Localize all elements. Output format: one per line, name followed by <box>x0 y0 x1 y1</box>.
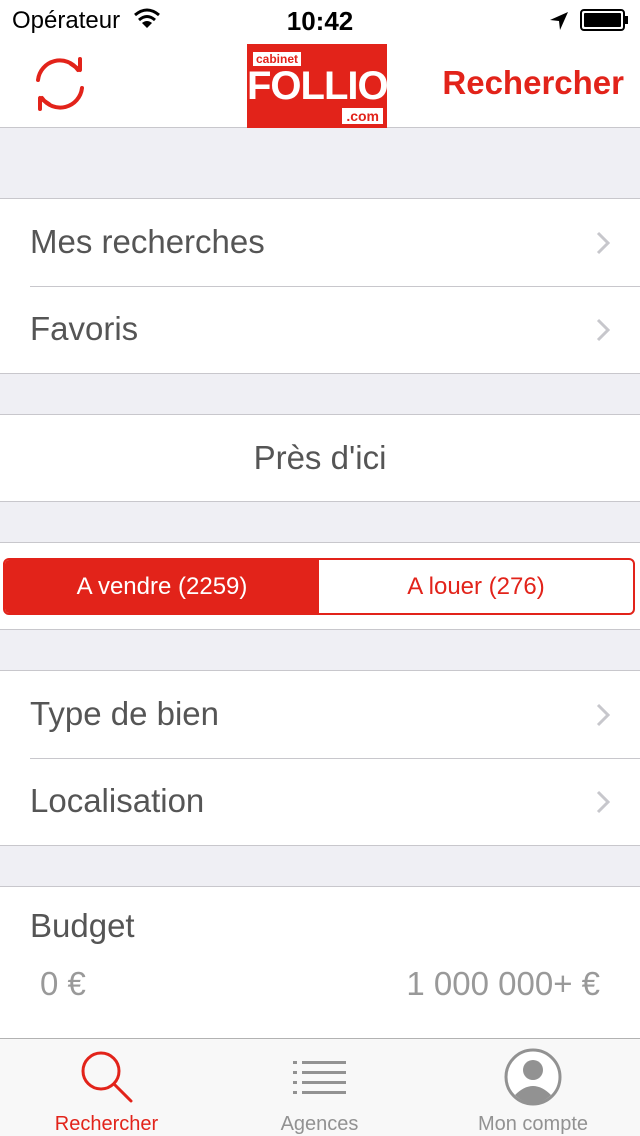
transaction-segmented-control: A vendre (2259) A louer (276) <box>3 558 635 615</box>
brand-logo: cabinet FOLLIOT .com <box>247 44 412 128</box>
user-icon <box>504 1048 562 1106</box>
property-type-label: Type de bien <box>30 695 219 732</box>
tab-agencies-label: Agences <box>280 1113 359 1135</box>
navigation-bar: cabinet FOLLIOT .com Rechercher <box>0 40 640 128</box>
chevron-right-icon <box>596 231 610 255</box>
favorites-row[interactable]: Favoris <box>0 286 640 373</box>
search-action-button[interactable]: Rechercher <box>442 64 624 102</box>
tab-search-label: Rechercher <box>54 1113 159 1135</box>
list-icon <box>292 1061 346 1094</box>
status-bar: Opérateur 10:42 <box>0 0 640 40</box>
location-row[interactable]: Localisation <box>0 758 640 845</box>
battery-icon <box>580 9 628 31</box>
budget-min-value: 0 € <box>40 965 86 1002</box>
location-label: Localisation <box>30 782 205 819</box>
saved-items-group: Mes recherches Favoris <box>0 198 640 374</box>
logo-brand-text: FOLLIOT <box>247 64 412 108</box>
tab-agencies[interactable]: Agences <box>213 1039 426 1136</box>
property-type-row[interactable]: Type de bien <box>0 671 640 758</box>
my-searches-label: Mes recherches <box>30 223 265 260</box>
tab-bar: Rechercher Agences Mon compte <box>0 1038 640 1136</box>
filters-group: Type de bien Localisation <box>0 670 640 846</box>
favorites-label: Favoris <box>30 310 139 347</box>
chevron-right-icon <box>596 318 610 342</box>
search-icon <box>81 1051 132 1103</box>
segment-for-sale[interactable]: A vendre (2259) <box>5 560 319 613</box>
clock: 10:42 <box>286 6 354 36</box>
chevron-right-icon <box>596 790 610 814</box>
segment-for-rent[interactable]: A louer (276) <box>319 560 633 613</box>
tab-account-label: Mon compte <box>477 1113 589 1135</box>
nearby-group: Près d'ici <box>0 414 640 502</box>
logo-suffix-text: .com <box>342 108 383 124</box>
budget-max-value: 1 000 000+ € <box>406 965 600 1002</box>
location-arrow-icon <box>550 12 568 30</box>
nearby-label: Près d'ici <box>253 439 387 476</box>
tab-search[interactable]: Rechercher <box>0 1039 213 1136</box>
chevron-right-icon <box>596 703 610 727</box>
tab-account[interactable]: Mon compte <box>426 1039 640 1136</box>
budget-title: Budget <box>30 907 135 944</box>
refresh-icon[interactable] <box>28 52 92 116</box>
my-searches-row[interactable]: Mes recherches <box>0 199 640 286</box>
nearby-button[interactable]: Près d'ici <box>0 415 640 501</box>
